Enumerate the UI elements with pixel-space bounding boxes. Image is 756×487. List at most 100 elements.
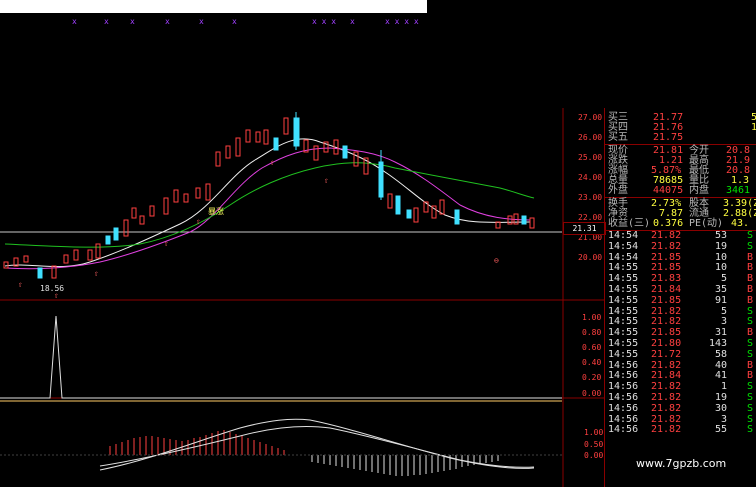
tick-row: 14:55 21.82 5 S (605, 305, 756, 317)
low-price-label: 18.56 (40, 284, 64, 293)
tick-price: 21.82 (651, 381, 682, 393)
tick-price: 21.85 (651, 251, 682, 263)
tick-volume: 5 (720, 273, 727, 285)
quote-row-outer: 外盘 44075 内盘 3461 (605, 186, 756, 196)
tick-time: 14:55 (608, 348, 639, 360)
candles-up (3, 117, 535, 279)
svg-text:x: x (232, 17, 237, 26)
quote-extra: 1 (751, 122, 756, 133)
baozhang-label: 暴涨 (208, 206, 224, 216)
tick-price: 21.85 (651, 327, 682, 339)
tick-volume: 41 (714, 370, 727, 382)
svg-text:⇧: ⇧ (196, 217, 201, 226)
tick-row: 14:54 21.82 19 S (605, 240, 756, 252)
quote-label2: 内盘 (689, 185, 709, 196)
quote-value: 0.376 (653, 218, 684, 229)
macd-bars-negative (311, 455, 499, 476)
tick-direction: S (747, 305, 754, 317)
tick-row: 14:55 21.82 3 S (605, 317, 756, 327)
svg-text:⊖: ⊖ (494, 256, 499, 265)
svg-text:x: x (104, 17, 109, 26)
tick-price: 21.82 (651, 413, 682, 425)
svg-text:x: x (72, 17, 77, 26)
tick-volume: 19 (714, 392, 727, 403)
quote-label: 买五 (608, 132, 628, 143)
price-axis: 27.00 26.00 25.00 24.00 23.00 22.00 21.0… (578, 113, 602, 262)
svg-text:x: x (199, 17, 204, 26)
tick-row: 14:55 21.84 35 B (605, 285, 756, 295)
watermark-text: www.7gpzb.com (636, 457, 727, 470)
tick-row: 14:55 21.85 10 B (605, 263, 756, 273)
quote-panel: 买三 21.77 5 买四 21.76 1 买五 21.75 现价 21.81 … (604, 108, 756, 487)
signal-arrows: ⇧⇧⇧ ⇧⇧⇧ ⇧⊖ (18, 158, 499, 300)
tick-price: 21.85 (651, 294, 682, 306)
tick-row: 14:56 21.82 3 S (605, 413, 756, 425)
svg-text:0.20: 0.20 (582, 373, 601, 382)
tick-time: 14:56 (608, 402, 639, 414)
tick-list[interactable]: 14:54 21.82 53 S 14:54 21.82 19 S 14:54 21.85 10 B 1… (605, 231, 756, 487)
indicator-axis: 1.00 0.80 0.60 0.40 0.20 0.00 (582, 313, 601, 398)
tick-price: 21.80 (651, 338, 682, 349)
tick-direction: S (747, 240, 754, 252)
svg-text:⇧: ⇧ (94, 269, 99, 278)
svg-text:x x x: x x x (312, 17, 336, 26)
tick-price: 21.84 (651, 284, 682, 295)
kline-chart[interactable]: xxx xxx x x xxx x x x ⇧⇧⇧ ⇧⇧⇧ ⇧⊖ 18.56 暴… (0, 0, 604, 487)
svg-text:27.00: 27.00 (578, 113, 602, 122)
svg-text:0.00: 0.00 (582, 389, 601, 398)
tick-direction: S (747, 392, 754, 403)
tick-time: 14:54 (608, 231, 639, 241)
tick-row: 14:56 21.82 55 S (605, 425, 756, 435)
quote-label: 外盘 (608, 185, 628, 196)
svg-text:23.00: 23.00 (578, 193, 602, 202)
svg-text:⇧: ⇧ (324, 176, 329, 185)
svg-text:1.00: 1.00 (582, 313, 601, 322)
svg-text:25.00: 25.00 (578, 153, 602, 162)
svg-text:0.50: 0.50 (584, 440, 603, 449)
tick-direction: S (747, 338, 754, 349)
tick-volume: 30 (714, 402, 727, 414)
tick-direction: B (747, 359, 754, 371)
candles-down (37, 112, 527, 279)
tick-row: 14:55 21.80 143 S (605, 339, 756, 349)
tick-time: 14:55 (608, 338, 639, 349)
quote-value2: 43. (731, 218, 750, 229)
tick-time: 14:55 (608, 284, 639, 295)
tick-price: 21.85 (651, 262, 682, 274)
tick-row: 14:55 21.85 91 B (605, 294, 756, 306)
quote-value: 21.75 (653, 132, 684, 143)
svg-text:22.00: 22.00 (578, 213, 602, 222)
tick-time: 14:56 (608, 381, 639, 393)
quote-value: 44075 (653, 185, 684, 196)
tick-row: 14:56 21.84 41 B (605, 371, 756, 381)
tick-volume: 91 (714, 294, 727, 306)
tick-row: 14:54 21.85 10 B (605, 251, 756, 263)
ma-green-line (4, 162, 535, 248)
tick-row: 14:56 21.82 30 S (605, 402, 756, 414)
quote-label2: PE(动) (689, 218, 724, 229)
tick-time: 14:56 (608, 370, 639, 382)
tick-volume: 1 (720, 381, 727, 393)
tick-direction: S (747, 413, 754, 425)
svg-text:0.40: 0.40 (582, 358, 601, 367)
tick-row: 14:55 21.83 5 B (605, 274, 756, 284)
tick-time: 14:56 (608, 413, 639, 425)
tick-direction: S (747, 381, 754, 393)
top-markers: xxx xxx x x xxx x x x (72, 17, 419, 26)
tick-time: 14:56 (608, 424, 639, 436)
tick-price: 21.84 (651, 370, 682, 382)
tick-volume: 143 (708, 338, 727, 349)
tick-volume: 55 (714, 424, 727, 436)
tick-volume: 19 (714, 240, 727, 252)
tick-time: 14:55 (608, 294, 639, 306)
svg-text:0.00: 0.00 (584, 451, 603, 460)
ma-magenta-line (4, 147, 531, 270)
quote-row-buy5: 买五 21.75 (605, 133, 756, 143)
tick-volume: 35 (714, 284, 727, 295)
svg-text:0.60: 0.60 (582, 343, 601, 352)
quote-row-eps: 收益(三) 0.376 PE(动) 43. (605, 219, 756, 229)
quote-value2: 3461 (726, 185, 751, 196)
tick-direction: B (747, 284, 754, 295)
tick-direction: B (747, 251, 754, 263)
tick-direction: B (747, 294, 754, 306)
